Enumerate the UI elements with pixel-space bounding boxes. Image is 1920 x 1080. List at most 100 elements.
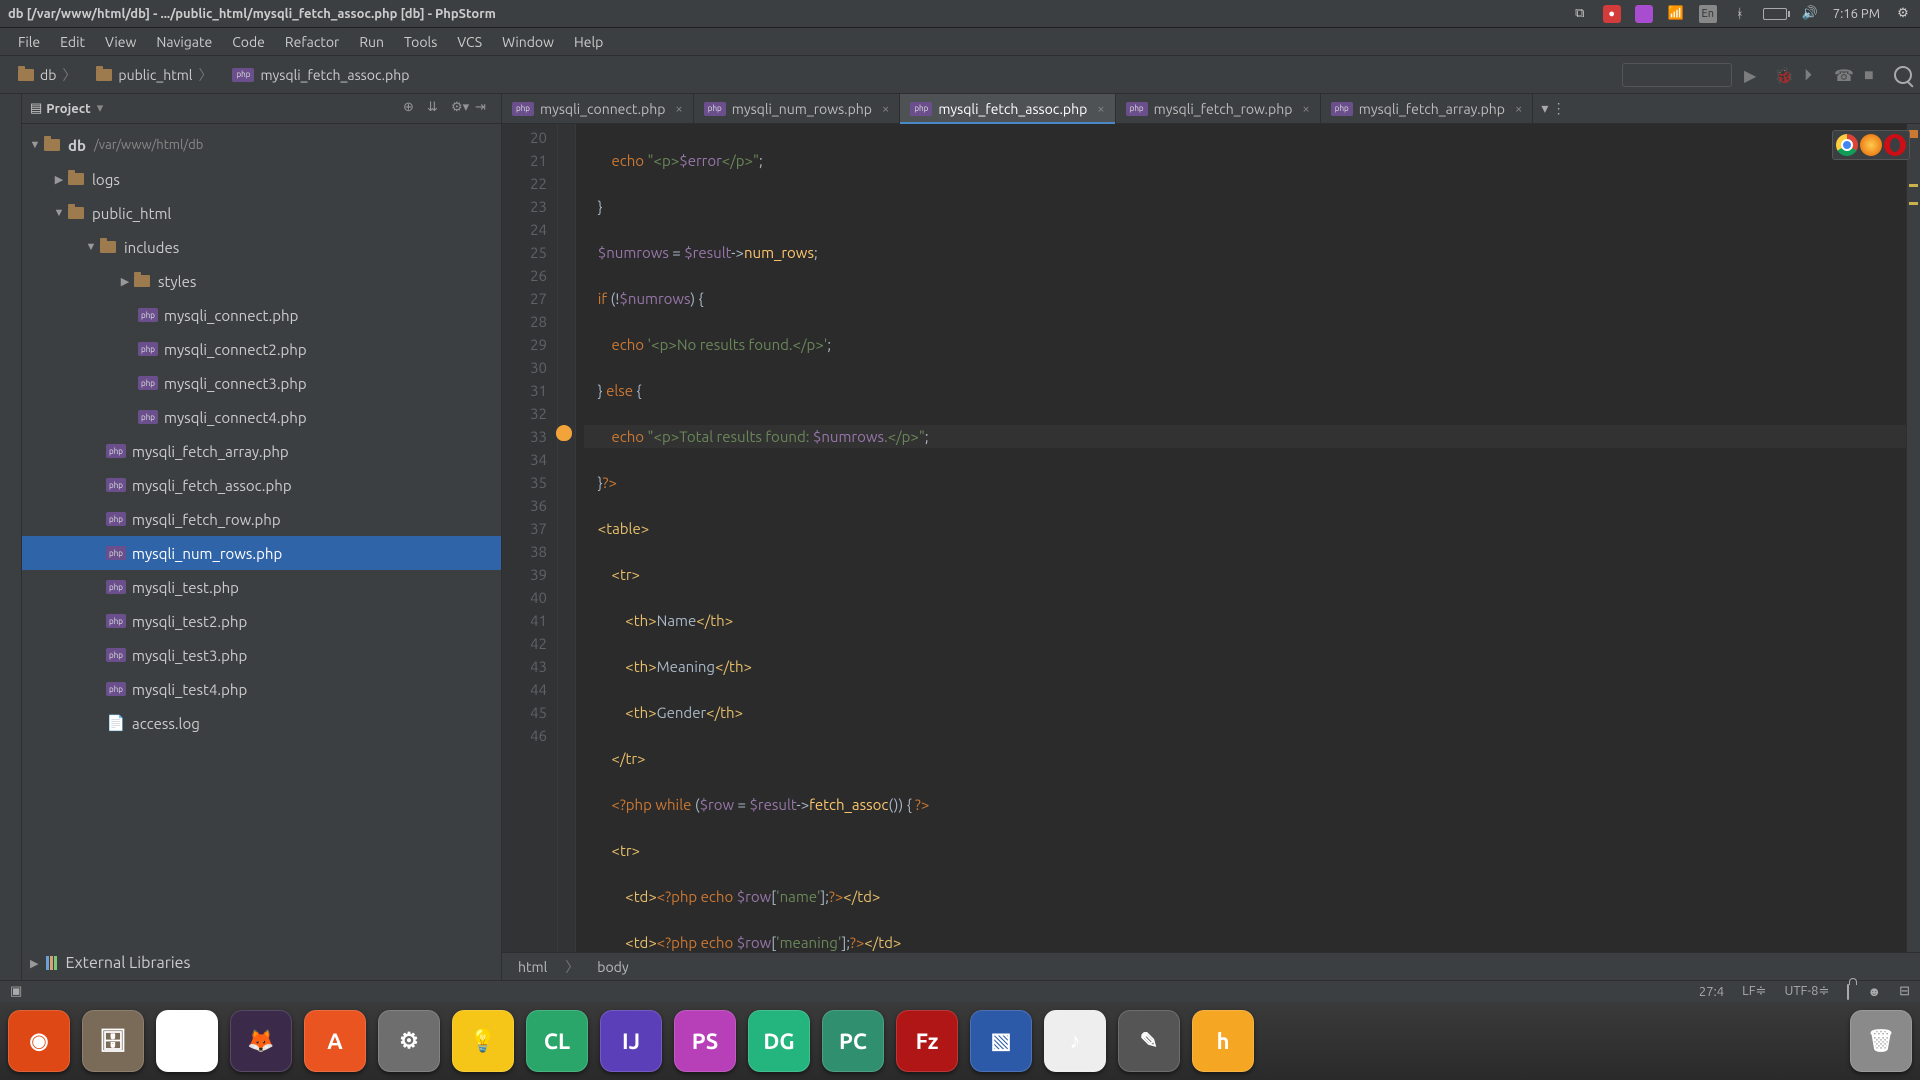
close-tab-icon[interactable]: × <box>1097 102 1104 116</box>
menu-run[interactable]: Run <box>349 34 394 50</box>
dock-app[interactable]: Fz <box>896 1010 958 1072</box>
line-separator[interactable]: LF≑ <box>1742 984 1766 999</box>
dock-app[interactable]: ✎ <box>1118 1010 1180 1072</box>
menu-code[interactable]: Code <box>222 34 275 50</box>
code-crumb[interactable]: html <box>518 959 547 975</box>
close-tab-icon[interactable]: × <box>675 102 682 116</box>
dock-app[interactable]: ♪ <box>1044 1010 1106 1072</box>
tree-file[interactable]: phpmysqli_connect.php <box>22 298 501 332</box>
memory-icon[interactable]: ⊟ <box>1899 984 1910 999</box>
clock[interactable]: 7:16 PM <box>1833 7 1880 21</box>
file-encoding[interactable]: UTF-8≑ <box>1784 984 1829 999</box>
intention-bulb-icon[interactable] <box>556 425 572 441</box>
tree-file[interactable]: 📄access.log <box>22 706 501 740</box>
error-stripe[interactable] <box>1906 124 1920 952</box>
menu-navigate[interactable]: Navigate <box>146 34 222 50</box>
search-icon[interactable] <box>1894 66 1912 84</box>
scroll-from-source-icon[interactable]: ⊕ <box>403 100 421 118</box>
fold-column[interactable] <box>558 124 576 952</box>
tree-file[interactable]: phpmysqli_fetch_assoc.php <box>22 468 501 502</box>
run-icon[interactable]: ▶ <box>1744 66 1762 84</box>
dock-app[interactable]: ⚙ <box>378 1010 440 1072</box>
menu-file[interactable]: File <box>8 34 50 50</box>
code-editor[interactable]: echo "<p>$error</p>"; } $numrows = $resu… <box>576 124 1906 952</box>
coverage-icon[interactable]: ⏵ <box>1804 66 1822 84</box>
opera-icon[interactable] <box>1884 134 1906 156</box>
dock-app[interactable]: 🗄 <box>82 1010 144 1072</box>
tree-file[interactable]: phpmysqli_connect3.php <box>22 366 501 400</box>
close-tab-icon[interactable]: × <box>1302 102 1309 116</box>
menu-tools[interactable]: Tools <box>394 34 447 50</box>
keyboard-lang-icon[interactable]: En <box>1699 5 1717 23</box>
app-indicator-icon[interactable] <box>1635 5 1653 23</box>
dock-app[interactable]: CL <box>526 1010 588 1072</box>
menu-help[interactable]: Help <box>564 34 613 50</box>
tool-window-toggle-icon[interactable]: ▣ <box>10 984 22 999</box>
dock-app[interactable] <box>156 1010 218 1072</box>
readonly-toggle-icon[interactable] <box>1847 985 1849 999</box>
tree-folder-includes[interactable]: includes <box>22 230 501 264</box>
run-config-select[interactable] <box>1622 63 1732 87</box>
breadcrumb[interactable]: public_html〉 <box>86 63 222 87</box>
menu-vcs[interactable]: VCS <box>447 34 492 50</box>
settings-icon[interactable]: ⚙▾ <box>451 100 469 118</box>
project-tree[interactable]: db /var/www/html/db logs public_html inc… <box>22 124 501 946</box>
firefox-icon[interactable] <box>1860 134 1882 156</box>
left-tool-strip[interactable] <box>0 94 22 980</box>
notification-icon[interactable]: ● <box>1603 5 1621 23</box>
dock-trash[interactable]: 🗑 <box>1850 1010 1912 1072</box>
dock-app[interactable]: PC <box>822 1010 884 1072</box>
tree-file[interactable]: phpmysqli_connect2.php <box>22 332 501 366</box>
tree-file[interactable]: phpmysqli_test.php <box>22 570 501 604</box>
collapse-icon[interactable]: ⇊ <box>427 100 445 118</box>
breadcrumb[interactable]: phpmysqli_fetch_assoc.php <box>222 65 419 85</box>
close-tab-icon[interactable]: × <box>882 102 889 116</box>
project-header[interactable]: ▤ Project ▾ ⊕ ⇊ ⚙▾ ⇥ <box>22 94 501 124</box>
dock-app[interactable]: h <box>1192 1010 1254 1072</box>
dock-app[interactable]: ◉ <box>8 1010 70 1072</box>
tree-file[interactable]: phpmysqli_test4.php <box>22 672 501 706</box>
editor-tab[interactable]: phpmysqli_fetch_array.php× <box>1321 94 1534 123</box>
dock-app[interactable]: DG <box>748 1010 810 1072</box>
menu-refactor[interactable]: Refactor <box>275 34 349 50</box>
tree-root[interactable]: db /var/www/html/db <box>22 128 501 162</box>
dock-app[interactable]: 💡 <box>452 1010 514 1072</box>
dock-app[interactable]: A <box>304 1010 366 1072</box>
editor-tab[interactable]: phpmysqli_fetch_row.php× <box>1116 94 1321 123</box>
breadcrumb[interactable]: db〉 <box>8 63 86 87</box>
menu-window[interactable]: Window <box>492 34 564 50</box>
editor-tab-active[interactable]: phpmysqli_fetch_assoc.php× <box>900 94 1115 123</box>
dropbox-icon[interactable]: ⧉ <box>1571 5 1589 23</box>
cursor-position[interactable]: 27:4 <box>1699 985 1724 999</box>
dock-app[interactable]: PS <box>674 1010 736 1072</box>
tab-overflow-icon[interactable]: ▾ ⋮ <box>1533 94 1573 123</box>
debug-icon[interactable]: 🐞 <box>1774 66 1792 84</box>
volume-icon[interactable]: 🔊 <box>1801 5 1819 23</box>
code-crumb[interactable]: body <box>597 959 628 975</box>
tree-file[interactable]: phpmysqli_fetch_array.php <box>22 434 501 468</box>
settings-gear-icon[interactable]: ⚙ <box>1894 5 1912 23</box>
external-libraries[interactable]: ▶ External Libraries <box>22 946 501 980</box>
tree-file[interactable]: phpmysqli_test3.php <box>22 638 501 672</box>
tree-file[interactable]: phpmysqli_test2.php <box>22 604 501 638</box>
inspections-icon[interactable]: ☻ <box>1867 984 1881 999</box>
dock-app[interactable]: 🦊 <box>230 1010 292 1072</box>
stop-icon[interactable]: ■ <box>1864 66 1882 84</box>
battery-icon[interactable] <box>1763 8 1787 20</box>
close-tab-icon[interactable]: × <box>1515 102 1522 116</box>
bluetooth-icon[interactable]: ᚼ <box>1731 5 1749 23</box>
dock-app[interactable]: IJ <box>600 1010 662 1072</box>
hide-icon[interactable]: ⇥ <box>475 100 493 118</box>
editor-tab[interactable]: phpmysqli_connect.php× <box>502 94 694 123</box>
tree-file[interactable]: phpmysqli_connect4.php <box>22 400 501 434</box>
dock-app[interactable]: ▧ <box>970 1010 1032 1072</box>
tree-folder-styles[interactable]: styles <box>22 264 501 298</box>
editor-tab[interactable]: phpmysqli_num_rows.php× <box>694 94 901 123</box>
tree-file-selected[interactable]: phpmysqli_num_rows.php <box>22 536 501 570</box>
listen-icon[interactable]: ☎ <box>1834 66 1852 84</box>
menu-edit[interactable]: Edit <box>50 34 95 50</box>
tree-file[interactable]: phpmysqli_fetch_row.php <box>22 502 501 536</box>
tree-folder-public-html[interactable]: public_html <box>22 196 501 230</box>
tree-folder-logs[interactable]: logs <box>22 162 501 196</box>
wifi-icon[interactable]: 📶 <box>1667 5 1685 23</box>
